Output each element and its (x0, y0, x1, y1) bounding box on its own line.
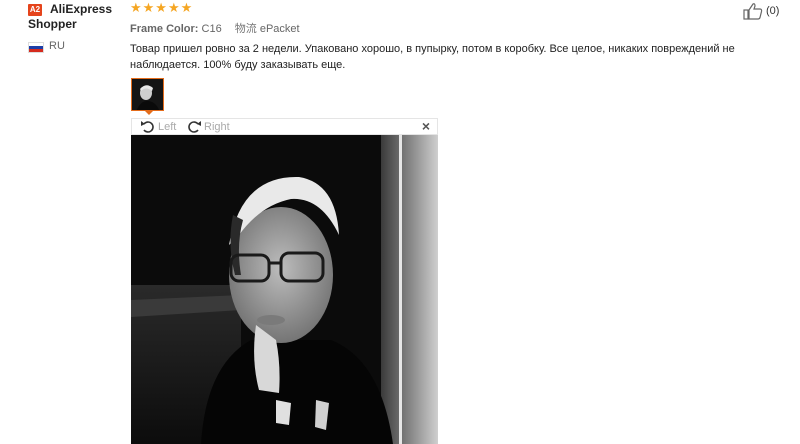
attr-label: Frame Color: (130, 23, 199, 35)
thumbnail-pointer (144, 110, 154, 115)
reviewer-name-line2: Shopper (28, 17, 77, 31)
review-photo-large (131, 135, 438, 444)
reviewer-name: AliExpress (50, 2, 113, 16)
buyer-level-badge: A2 (28, 4, 42, 16)
rotate-right-label: Right (204, 121, 230, 133)
shipping-method: ePacket (259, 23, 300, 35)
review-text: Товар пришел ровно за 2 недели. Упакован… (130, 43, 735, 71)
rotate-right-icon (188, 121, 201, 133)
thumbs-up-icon (743, 3, 763, 20)
review-photo-thumbnail[interactable] (131, 78, 164, 111)
order-attributes: Frame Color: C16 物流 ePacket (130, 20, 300, 36)
helpful-vote[interactable]: (0) (743, 2, 779, 20)
rating-stars: ★★★★★ (130, 0, 194, 15)
rotate-left-icon (141, 121, 154, 133)
attr-value: C16 (201, 23, 222, 35)
russia-flag-icon (28, 42, 44, 53)
rotate-left-label: Left (158, 121, 177, 133)
close-viewer-button[interactable]: × (422, 119, 430, 134)
image-viewer-toolbar: Left Right × (131, 118, 438, 135)
helpful-count: (0) (766, 5, 780, 17)
rotate-left-button[interactable]: Left (140, 120, 176, 134)
rotate-right-button[interactable]: Right (186, 120, 230, 134)
shipping-label: 物流 (234, 23, 257, 35)
reviewer-country: RU (49, 40, 65, 52)
